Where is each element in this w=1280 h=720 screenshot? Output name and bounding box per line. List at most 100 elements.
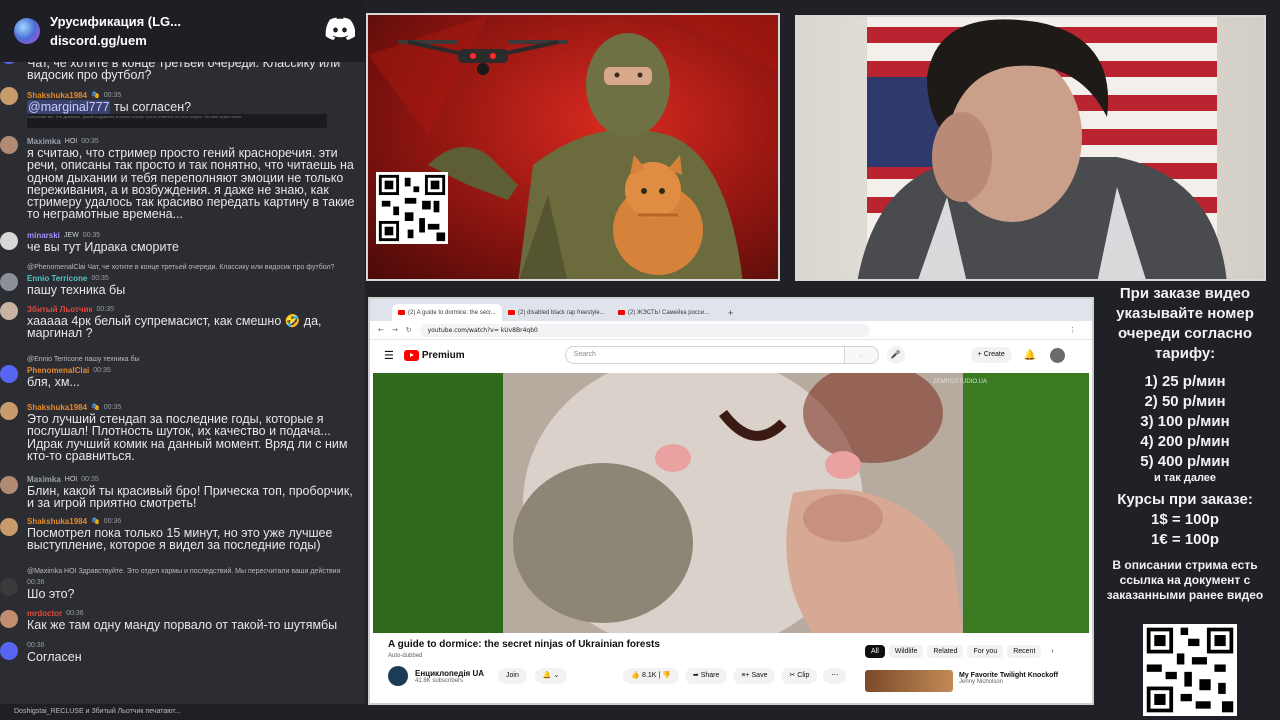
message-text: Посмотрел пока только 15 минут, но это у… <box>27 526 333 553</box>
poster-qr-code <box>376 172 448 244</box>
chip-related[interactable]: Related <box>927 645 964 658</box>
list-item: @PhenomenalClai Чат, че хотите в конце т… <box>0 258 365 300</box>
video-player[interactable]: ZEMPOSTUDIO.UA <box>373 373 1089 633</box>
related-chips: All Wildlife Related For you Recent › <box>865 645 1060 658</box>
tab-bar: (2) A guide to dormice: the secr... (2) … <box>370 299 1092 321</box>
youtube-favicon-icon <box>508 310 515 315</box>
stream-layout: Урусификация (LG... discord.gg/uem Чат, … <box>0 0 1280 720</box>
microphone-icon[interactable]: 🎤 <box>886 346 905 364</box>
discord-icon <box>325 17 355 40</box>
search-input[interactable]: Search <box>564 346 845 364</box>
recommended-title[interactable]: My Favorite Twilight Knockoff <box>959 672 1058 679</box>
recommended-thumbnail[interactable] <box>865 670 953 692</box>
back-icon[interactable]: ← <box>378 326 384 334</box>
channel-avatar[interactable] <box>388 666 408 686</box>
subscriber-count: 41.8K subscribers <box>415 677 464 684</box>
avatar <box>0 642 18 660</box>
server-invite[interactable]: discord.gg/uem <box>50 33 181 48</box>
reply-preview[interactable]: @Ennio Terricone пашу техника бы <box>27 354 359 365</box>
list-item: mrdoctor 00:36 Как же там одну манду порв… <box>0 608 365 640</box>
browser-window: (2) A guide to dormice: the secr... (2) … <box>368 297 1094 705</box>
save-label: Save <box>751 672 768 679</box>
chip-for-you[interactable]: For you <box>967 645 1004 658</box>
list-item: Збитый Льотчик 00:35 хааааа 4рк белый суп… <box>0 300 365 352</box>
clip-button[interactable]: ✂ Clip <box>781 668 818 684</box>
more-actions-icon[interactable]: ⋯ <box>823 668 847 684</box>
user-mention[interactable]: @marginal777 <box>27 100 111 114</box>
list-item: @Ennio Terricone пашу техника бы Phenome… <box>0 352 365 400</box>
chip-wildlife[interactable]: Wildlife <box>888 645 924 658</box>
create-button[interactable]: + Create <box>970 347 1012 363</box>
message-list: Чат, че хотите в конце третьей очереди. … <box>0 46 365 670</box>
search-icon[interactable]: ⌕ <box>844 346 879 364</box>
order-qr-code <box>1143 624 1237 716</box>
youtube-favicon-icon <box>398 310 405 315</box>
message-text: Как же там одну манду порвало от такой-т… <box>27 618 338 632</box>
message-text: Согласен <box>27 650 82 664</box>
dormouse-video-frame: ZEMPOSTUDIO.UA <box>373 373 1089 633</box>
typing-indicator: Doshigstai_RECLUSE и Збитый Льотчик печа… <box>0 704 365 720</box>
tab-rap[interactable]: (2) disabled black rap freestyle... <box>502 304 612 321</box>
list-item: Shakshuka1984 🎭 00:35 @marginal777 ты согл… <box>0 85 365 134</box>
webcam-feed <box>795 15 1266 281</box>
chip-all[interactable]: All <box>865 645 885 658</box>
like-count: 8.1K <box>642 672 657 679</box>
tariff-2: 2) 50 р/мин <box>1144 393 1226 410</box>
url-input[interactable]: youtube.com/watch?v= kUv8Br4qb0 <box>419 323 870 337</box>
join-button[interactable]: Join <box>498 668 527 684</box>
forward-icon[interactable]: → <box>392 326 398 334</box>
description-note: В описании стрима есть ссылка на докумен… <box>1106 558 1264 602</box>
tariff-4: 4) 200 р/мин <box>1140 433 1230 450</box>
channel-name[interactable]: Енциклопедія UA <box>415 669 484 678</box>
list-item: Maximka HOI 00:35 Блин, какой ты красивый … <box>0 474 365 516</box>
message-text: хааааа 4рк белый супремасист, как смешно… <box>27 314 322 341</box>
list-item: 00:36 Согласен <box>0 640 365 670</box>
tariff-1: 1) 25 р/мин <box>1144 373 1226 390</box>
tab-zhest[interactable]: (2) ЖЭСТЬ! Самейка росси... <box>612 304 722 321</box>
message-text: ты согласен? <box>110 100 192 114</box>
share-button[interactable]: ➦ Share <box>684 668 728 684</box>
menu-icon[interactable]: ☰ <box>384 349 394 362</box>
server-icon <box>14 18 40 44</box>
notifications-bell-icon[interactable]: 🔔 <box>1024 350 1036 361</box>
avatar <box>0 136 18 154</box>
save-button[interactable]: ≡+ Save <box>733 668 776 684</box>
list-item: Shakshuka1984 🎭 00:35 Это лучший стендап з… <box>0 400 365 474</box>
avatar <box>0 302 18 320</box>
reload-icon[interactable]: ↻ <box>406 326 412 334</box>
recommended-video[interactable]: My Favorite Twilight Knockoff Jenny Nich… <box>865 670 1058 692</box>
subscribe-bell-button[interactable]: 🔔 ⌄ <box>534 668 568 684</box>
message-text: бля, хм... <box>27 375 80 389</box>
message-text: Это лучший стендап за последние годы, ко… <box>27 412 348 463</box>
tariff-3: 3) 100 р/мин <box>1140 413 1230 430</box>
message-text: пашу техника бы <box>27 283 126 297</box>
tariff-5: 5) 400 р/мин <box>1140 453 1230 470</box>
new-tab-button[interactable]: + <box>722 304 738 321</box>
list-item: Maximka HOI 00:35 я считаю, что стример пр… <box>0 134 365 230</box>
extensions-icon[interactable]: ⋮ <box>1069 326 1082 334</box>
create-label: Create <box>983 351 1005 358</box>
like-button[interactable]: 👍 8.1K | 👎 <box>623 668 679 684</box>
poster-image <box>366 13 780 281</box>
order-info-panel: При заказе видео указывайте номер очеред… <box>1100 284 1270 603</box>
youtube-header: ☰ Premium Search ⌕ 🎤 + Create 🔔 <box>370 340 1092 370</box>
chevron-right-icon[interactable]: › <box>1045 645 1059 658</box>
avatar <box>0 578 18 596</box>
tab-label: (2) ЖЭСТЬ! Самейка росси... <box>628 309 710 316</box>
youtube-logo[interactable]: Premium <box>403 349 465 361</box>
avatar <box>0 476 18 494</box>
reply-preview[interactable]: @PhenomenalClai Чат, че хотите в конце т… <box>27 262 359 273</box>
server-title: Урусификация (LG... <box>50 14 181 29</box>
message-text: че вы тут Идрака сморите <box>27 240 179 254</box>
premium-label: Premium <box>421 349 465 361</box>
chip-recent[interactable]: Recent <box>1007 645 1042 658</box>
rate-eur: 1€ = 100р <box>1151 531 1219 548</box>
avatar <box>0 365 18 383</box>
tab-dormice[interactable]: (2) A guide to dormice: the secr... <box>392 304 502 321</box>
avatar <box>0 402 18 420</box>
share-label: Share <box>700 672 720 679</box>
video-watermark: ZEMPOSTUDIO.UA <box>933 379 987 385</box>
reply-preview[interactable]: @Maximka HOI Здравствуйте. Это отдел кар… <box>27 566 359 577</box>
account-avatar[interactable] <box>1050 347 1066 363</box>
clip-label: Clip <box>797 672 810 679</box>
